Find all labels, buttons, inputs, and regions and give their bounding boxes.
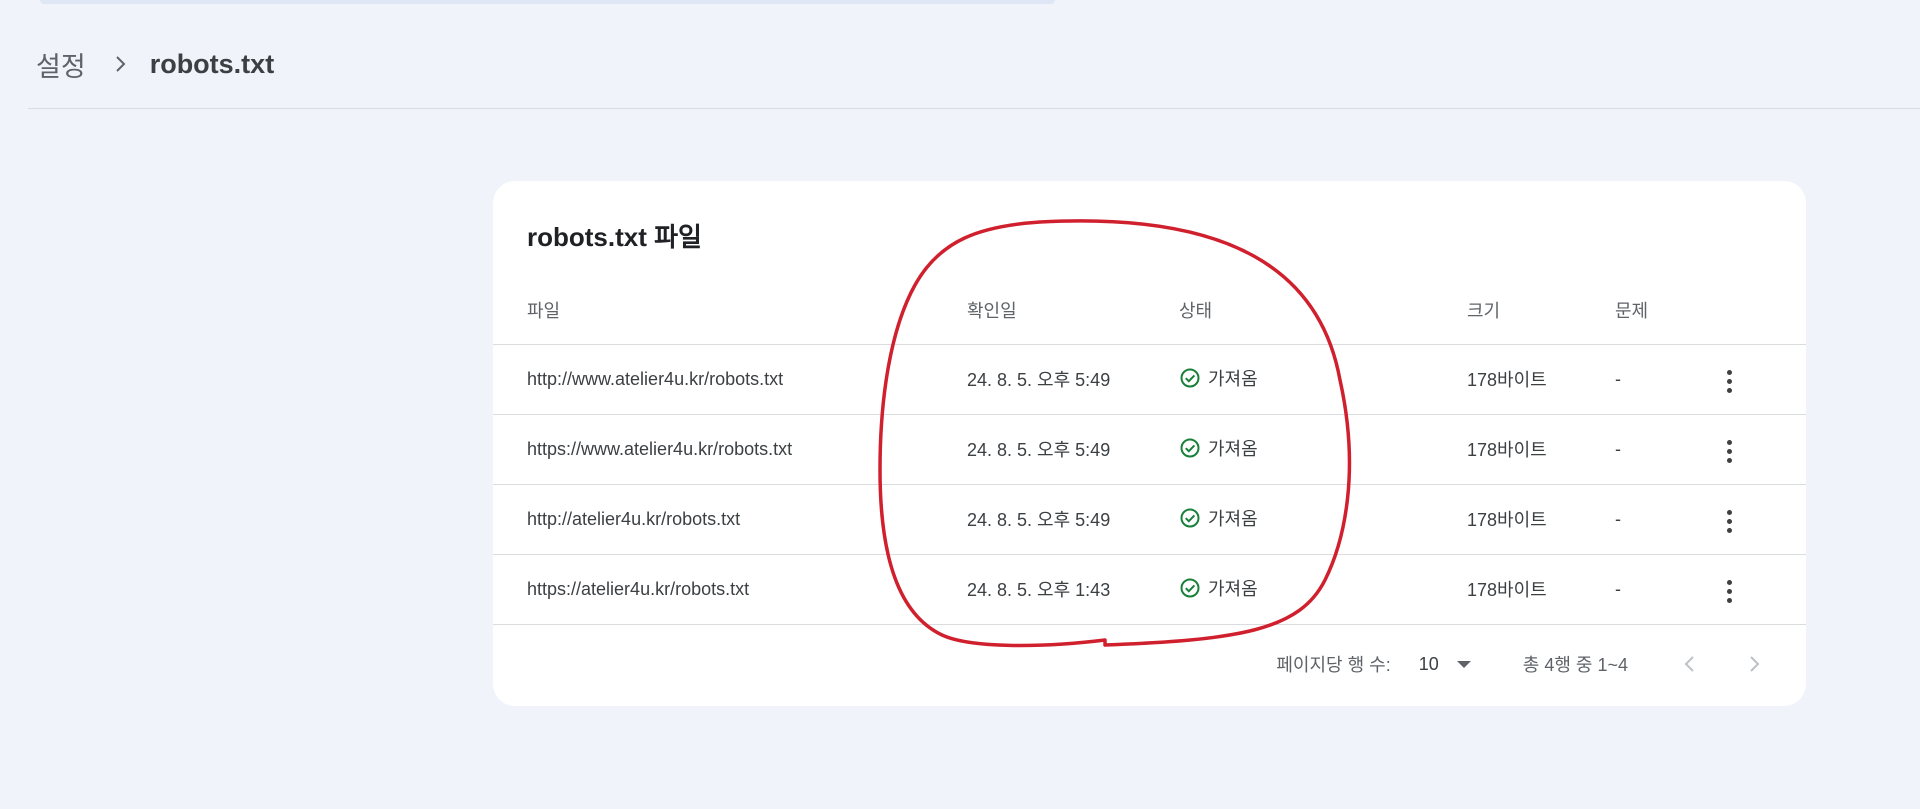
check-circle-icon bbox=[1179, 367, 1201, 389]
table-row[interactable]: https://atelier4u.kr/robots.txt 24. 8. 5… bbox=[493, 554, 1806, 625]
chevron-right-icon bbox=[114, 54, 128, 74]
file-size: 178바이트 bbox=[1467, 554, 1615, 625]
column-header-file[interactable]: 파일 bbox=[493, 277, 967, 345]
issues-count: - bbox=[1615, 484, 1715, 555]
status-cell: 가져옴 bbox=[1179, 484, 1467, 555]
breadcrumb-settings-link[interactable]: 설정 bbox=[36, 45, 86, 84]
status-badge: 가져옴 bbox=[1179, 365, 1258, 391]
breadcrumb-current: robots.txt bbox=[149, 48, 275, 79]
header-divider bbox=[28, 108, 1920, 109]
file-size: 178바이트 bbox=[1467, 484, 1615, 555]
pagination-range: 총 4행 중 1~4 bbox=[1522, 655, 1628, 675]
checked-date: 24. 8. 5. 오후 5:49 bbox=[967, 344, 1179, 415]
actions-cell bbox=[1715, 554, 1806, 625]
rows-per-page-select[interactable]: 10 bbox=[1419, 654, 1471, 675]
caret-down-icon bbox=[1456, 660, 1471, 668]
robots-files-card: robots.txt 파일 파일 확인일 상태 크기 문제 http://www… bbox=[493, 181, 1806, 706]
card-title: robots.txt 파일 bbox=[527, 222, 702, 252]
table-row[interactable]: http://www.atelier4u.kr/robots.txt 24. 8… bbox=[493, 344, 1806, 415]
actions-cell bbox=[1715, 484, 1806, 555]
more-vert-icon[interactable] bbox=[1715, 505, 1743, 539]
status-cell: 가져옴 bbox=[1179, 414, 1467, 485]
table-row[interactable]: https://www.atelier4u.kr/robots.txt 24. … bbox=[493, 414, 1806, 485]
top-search-strip bbox=[40, 0, 1055, 4]
file-url: https://atelier4u.kr/robots.txt bbox=[493, 554, 967, 625]
issues-count: - bbox=[1615, 344, 1715, 415]
file-url: http://atelier4u.kr/robots.txt bbox=[493, 484, 967, 555]
more-vert-icon[interactable] bbox=[1715, 575, 1743, 609]
table-header-row: 파일 확인일 상태 크기 문제 bbox=[493, 277, 1806, 345]
status-text: 가져옴 bbox=[1208, 368, 1258, 389]
check-circle-icon bbox=[1179, 507, 1201, 529]
status-badge: 가져옴 bbox=[1179, 575, 1258, 601]
chevron-right-icon[interactable] bbox=[1736, 646, 1772, 682]
status-text: 가져옴 bbox=[1208, 438, 1258, 459]
breadcrumb: 설정 robots.txt bbox=[36, 44, 274, 84]
check-circle-icon bbox=[1179, 437, 1201, 459]
checked-date: 24. 8. 5. 오후 5:49 bbox=[967, 484, 1179, 555]
file-url: http://www.atelier4u.kr/robots.txt bbox=[493, 344, 967, 415]
file-size: 178바이트 bbox=[1467, 414, 1615, 485]
column-header-actions bbox=[1715, 277, 1806, 345]
checked-date: 24. 8. 5. 오후 1:43 bbox=[967, 554, 1179, 625]
file-url: https://www.atelier4u.kr/robots.txt bbox=[493, 414, 967, 485]
more-vert-icon[interactable] bbox=[1715, 365, 1743, 399]
rows-per-page-value: 10 bbox=[1418, 653, 1439, 674]
more-vert-icon[interactable] bbox=[1715, 435, 1743, 469]
column-header-status[interactable]: 상태 bbox=[1179, 277, 1467, 345]
actions-cell bbox=[1715, 344, 1806, 415]
status-text: 가져옴 bbox=[1208, 508, 1258, 529]
issues-count: - bbox=[1615, 554, 1715, 625]
actions-cell bbox=[1715, 414, 1806, 485]
check-circle-icon bbox=[1179, 577, 1201, 599]
robots-files-table: 파일 확인일 상태 크기 문제 http://www.atelier4u.kr/… bbox=[493, 277, 1806, 625]
status-text: 가져옴 bbox=[1208, 578, 1258, 599]
status-cell: 가져옴 bbox=[1179, 554, 1467, 625]
issues-count: - bbox=[1615, 414, 1715, 485]
status-badge: 가져옴 bbox=[1179, 435, 1258, 461]
file-size: 178바이트 bbox=[1467, 344, 1615, 415]
rows-per-page-label: 페이지당 행 수: bbox=[1276, 655, 1391, 675]
table-row[interactable]: http://atelier4u.kr/robots.txt 24. 8. 5.… bbox=[493, 484, 1806, 555]
column-header-date[interactable]: 확인일 bbox=[967, 277, 1179, 345]
pagination: 페이지당 행 수: 10 총 4행 중 1~4 bbox=[1276, 644, 1772, 684]
status-cell: 가져옴 bbox=[1179, 344, 1467, 415]
chevron-left-icon[interactable] bbox=[1672, 646, 1708, 682]
checked-date: 24. 8. 5. 오후 5:49 bbox=[967, 414, 1179, 485]
column-header-issues[interactable]: 문제 bbox=[1615, 277, 1715, 345]
status-badge: 가져옴 bbox=[1179, 505, 1258, 531]
column-header-size[interactable]: 크기 bbox=[1467, 277, 1615, 345]
